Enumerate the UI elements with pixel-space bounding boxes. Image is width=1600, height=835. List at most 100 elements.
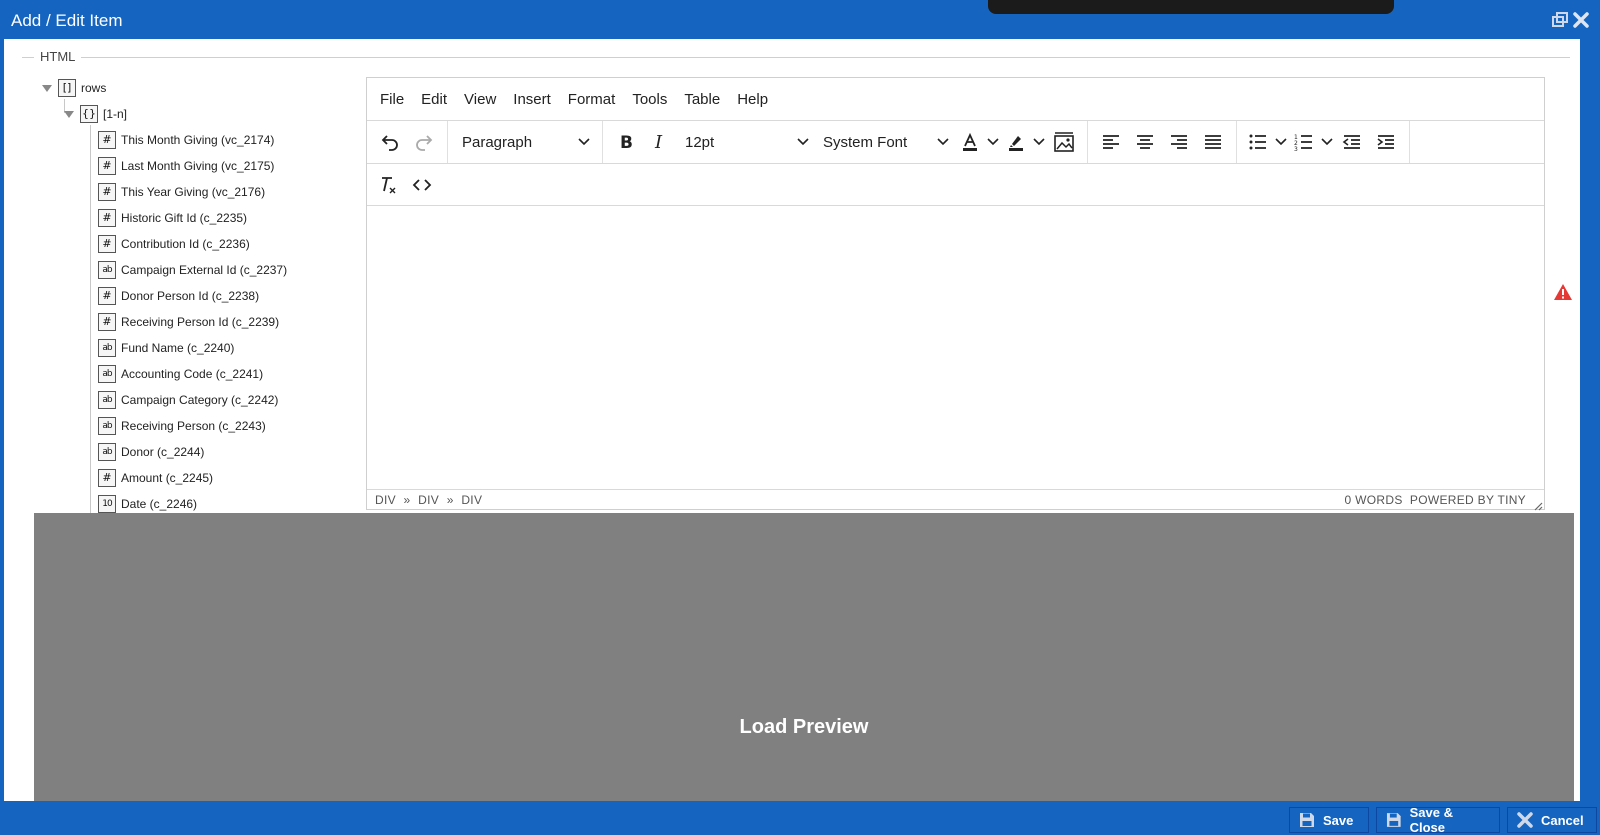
path-item[interactable]: DIV — [375, 493, 396, 507]
save-and-close-button[interactable]: Save & Close — [1376, 805, 1500, 835]
tree-field-item[interactable]: # This Year Giving (vc_2176) — [98, 181, 265, 203]
tree-field-item[interactable]: ab Accounting Code (c_2241) — [98, 363, 263, 385]
tree-field-label: This Month Giving (vc_2174) — [121, 133, 275, 147]
bullet-list-icon[interactable] — [1243, 126, 1273, 158]
menu-format[interactable]: Format — [568, 91, 616, 108]
number-field-icon: # — [98, 157, 116, 175]
font-family-select[interactable]: System Font — [815, 126, 955, 158]
tree-node-group[interactable]: {} [1-n] — [62, 103, 127, 125]
chevron-down-icon[interactable] — [1031, 126, 1047, 158]
chevron-down-icon[interactable] — [985, 126, 1001, 158]
text-field-icon: ab — [98, 365, 116, 383]
number-field-icon: # — [98, 209, 116, 227]
redo-icon[interactable] — [407, 126, 441, 158]
word-count[interactable]: 0 WORDS — [1345, 493, 1403, 507]
list-indent-group: 123 — [1237, 121, 1410, 163]
undo-icon[interactable] — [373, 126, 407, 158]
floppy-disk-icon — [1300, 813, 1314, 827]
path-item[interactable]: DIV — [461, 493, 482, 507]
block-format-select[interactable]: Paragraph — [454, 126, 596, 158]
menu-tools[interactable]: Tools — [632, 91, 667, 108]
align-right-icon[interactable] — [1162, 126, 1196, 158]
text-color-split-button — [955, 126, 1001, 158]
path-separator: » — [403, 492, 411, 507]
object-icon: {} — [80, 105, 98, 123]
font-size-select[interactable]: 12pt — [677, 126, 815, 158]
number-field-icon: # — [98, 313, 116, 331]
text-color-icon[interactable] — [955, 126, 985, 158]
text-field-icon: ab — [98, 261, 116, 279]
chevron-down-icon[interactable] — [1319, 126, 1335, 158]
tree-field-item[interactable]: ab Campaign Category (c_2242) — [98, 389, 278, 411]
highlight-pen-icon[interactable] — [1001, 126, 1031, 158]
tree-field-label: Amount (c_2245) — [121, 471, 214, 485]
cancel-label: Cancel — [1541, 812, 1584, 828]
close-window-icon[interactable] — [1572, 11, 1592, 31]
tree-field-item[interactable]: ab Receiving Person (c_2243) — [98, 415, 266, 437]
clear-formatting-icon[interactable] — [371, 169, 405, 201]
tree-field-item[interactable]: # Amount (c_2245) — [98, 467, 213, 489]
insert-image-icon[interactable] — [1047, 126, 1081, 158]
path-separator: » — [446, 492, 454, 507]
floppy-disk-icon — [1386, 813, 1401, 827]
align-left-icon[interactable] — [1094, 126, 1128, 158]
tree-node-rows[interactable]: [] rows — [40, 77, 106, 99]
tree-field-item[interactable]: # Last Month Giving (vc_2175) — [98, 155, 274, 177]
date-field-icon: 10 — [98, 495, 116, 513]
tree-field-item[interactable]: ab Campaign External Id (c_2237) — [98, 259, 287, 281]
tree-field-item[interactable]: ab Donor (c_2244) — [98, 441, 204, 463]
menu-help[interactable]: Help — [737, 91, 768, 108]
collapse-triangle-icon[interactable] — [62, 107, 76, 121]
block-format-value: Paragraph — [462, 133, 533, 151]
load-preview-button[interactable]: Load Preview — [740, 716, 869, 739]
tree-field-item[interactable]: # Contribution Id (c_2236) — [98, 233, 250, 255]
editor-content-area[interactable] — [367, 208, 1544, 490]
powered-by-link[interactable]: POWERED BY TINY — [1410, 493, 1526, 507]
status-right: 0 WORDS POWERED BY TINY — [1345, 493, 1526, 507]
text-field-icon: ab — [98, 391, 116, 409]
tree-field-item[interactable]: # This Month Giving (vc_2174) — [98, 129, 274, 151]
tree-field-label: Receiving Person Id (c_2239) — [121, 315, 280, 329]
collapse-triangle-icon[interactable] — [40, 81, 54, 95]
italic-icon[interactable]: I — [643, 126, 677, 158]
align-center-icon[interactable] — [1128, 126, 1162, 158]
numbered-list-icon[interactable]: 123 — [1289, 126, 1319, 158]
overlay-bar — [988, 0, 1394, 14]
svg-text:B: B — [620, 133, 633, 151]
font-family-value: System Font — [823, 133, 908, 151]
restore-window-icon[interactable] — [1551, 11, 1571, 31]
menu-insert[interactable]: Insert — [513, 91, 551, 108]
save-button[interactable]: Save — [1289, 807, 1369, 833]
source-code-icon[interactable] — [405, 169, 439, 201]
history-group — [367, 121, 448, 163]
preview-panel[interactable]: Load Preview — [34, 513, 1574, 801]
menu-file[interactable]: File — [380, 91, 404, 108]
window-titlebar: Add / Edit Item — [0, 0, 1600, 39]
resize-handle-icon[interactable] — [1533, 498, 1543, 511]
array-icon: [] — [58, 79, 76, 97]
align-justify-icon[interactable] — [1196, 126, 1230, 158]
cancel-button[interactable]: Cancel — [1507, 807, 1597, 833]
alignment-group — [1088, 121, 1237, 163]
field-tree: [] rows {} [1-n] # This Month Giving (vc_… — [34, 77, 364, 552]
dialog-footer: Save Save & Close Cancel — [0, 801, 1600, 835]
tree-field-item[interactable]: ab Fund Name (c_2240) — [98, 337, 234, 359]
tree-field-item[interactable]: # Historic Gift Id (c_2235) — [98, 207, 247, 229]
text-field-icon: ab — [98, 417, 116, 435]
tree-field-item[interactable]: 10 Date (c_2246) — [98, 493, 197, 515]
text-format-group: B I 12pt System Font — [603, 121, 1088, 163]
outdent-icon[interactable] — [1335, 126, 1369, 158]
path-item[interactable]: DIV — [418, 493, 439, 507]
chevron-down-icon[interactable] — [1273, 126, 1289, 158]
tree-field-item[interactable]: # Receiving Person Id (c_2239) — [98, 311, 279, 333]
svg-text:I: I — [654, 133, 663, 151]
menu-table[interactable]: Table — [684, 91, 720, 108]
element-path: DIV » DIV » DIV — [375, 493, 486, 507]
tree-field-item[interactable]: # Donor Person Id (c_2238) — [98, 285, 259, 307]
number-field-icon: # — [98, 183, 116, 201]
menu-view[interactable]: View — [464, 91, 496, 108]
tree-field-label: Fund Name (c_2240) — [121, 341, 235, 355]
bold-icon[interactable]: B — [609, 126, 643, 158]
indent-icon[interactable] — [1369, 126, 1403, 158]
menu-edit[interactable]: Edit — [421, 91, 447, 108]
